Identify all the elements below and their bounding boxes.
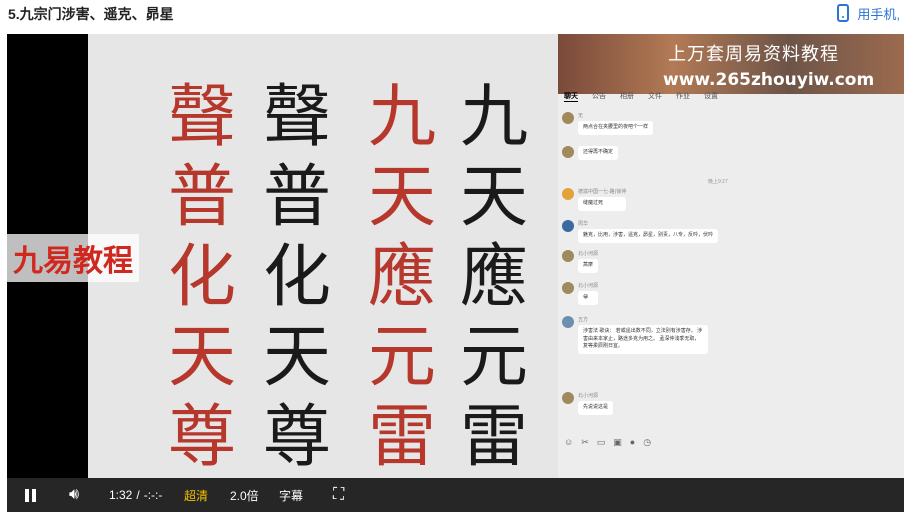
banner-title: 上万套周易资料教程 — [668, 44, 839, 65]
seal-glyph-lei: 雷 — [368, 398, 437, 477]
tab-chat[interactable]: 聊天 — [564, 91, 578, 102]
avatar — [562, 112, 574, 124]
mic-icon[interactable]: ● — [630, 437, 635, 447]
seal-glyph-sheng: 聲 — [168, 78, 237, 157]
chat-panel: 上万套周易资料教程 www.265zhouyiw.com 聊天 公告 相册 文件… — [558, 34, 904, 478]
seal-glyph-zun: 尊 — [168, 398, 237, 477]
pause-button[interactable] — [25, 478, 36, 512]
seal-glyph-jiu: 九 — [368, 78, 437, 157]
glyph-sheng: 聲 — [263, 78, 332, 157]
list-item: 北小河源 先说说这是 — [562, 392, 614, 415]
page-title: 5.九宗门涉害、遥克、昴星 — [8, 6, 174, 22]
tab-homework[interactable]: 作业 — [676, 91, 690, 101]
glyph-lei: 雷 — [460, 398, 529, 477]
watermark: 九易教程 — [7, 234, 139, 282]
avatar — [562, 250, 574, 262]
chat-tabs: 聊天 公告 相册 文件 作业 设置 — [558, 86, 904, 106]
speaker-icon: 🔊︎ — [69, 486, 80, 503]
player-controls: 🔊︎ 1:32 / -:-:- 超清 2.0倍 字幕 ⛶ — [7, 478, 904, 512]
chat-toolbar: ☺ ✂ ▭ ▣ ● ◷ — [558, 434, 904, 450]
list-item: 北小河源 😀 — [562, 282, 599, 305]
message-bubble: 魅克，比用，涉害，遥克，昴星，别责，八专，反吟，伏吟 — [578, 229, 719, 243]
phone-link-label: 用手机, — [857, 6, 900, 22]
time-display: 1:32 / -:-:- — [109, 478, 162, 512]
top-bar: 5.九宗门涉害、遥克、昴星 用手机, — [0, 0, 904, 28]
folder-icon[interactable]: ▭ — [597, 437, 606, 448]
list-item: 周华魅克，比用，涉害，遥克，昴星，别责，八专，反吟，伏吟 — [562, 220, 719, 243]
sender-name: 无 — [578, 113, 584, 119]
list-item: 无两点合在夹腰里的夜吧个一样 — [562, 112, 654, 135]
list-item: 北小河源 蒿摩 — [562, 250, 599, 273]
avatar — [562, 188, 574, 200]
message-bubble: 蒿摩 — [578, 259, 599, 273]
message-list: 无两点合在夹腰里的夜吧个一样 还得再不确定 晚上9:27 德滋中国一七·路(徐仲… — [558, 106, 904, 436]
fullscreen-icon: ⛶ — [333, 486, 345, 503]
seal-glyph-yuan: 元 — [368, 318, 437, 397]
volume-button[interactable]: 🔊︎ — [69, 478, 79, 512]
glyph-tian-2: 天 — [263, 318, 332, 397]
glyph-yuan: 元 — [460, 318, 529, 397]
tab-album[interactable]: 相册 — [620, 91, 634, 101]
time-separator: / — [136, 488, 140, 502]
seal-glyph-ying: 應 — [368, 238, 437, 317]
tab-settings[interactable]: 设置 — [704, 91, 718, 101]
phone-icon — [837, 4, 850, 22]
glyph-zun: 尊 — [263, 398, 332, 477]
seal-glyph-tian: 天 — [368, 158, 437, 237]
tab-files[interactable]: 文件 — [648, 91, 662, 101]
sender-name: 北小河源 — [578, 251, 599, 257]
timestamp: 晚上9:27 — [708, 179, 728, 185]
pause-icon — [25, 488, 36, 502]
message-bubble: 还得再不确定 — [578, 146, 619, 160]
glyph-tian: 天 — [460, 158, 529, 237]
list-item: 德滋中国一七·路(徐仲缝魔过死 — [562, 188, 627, 211]
seal-glyph-pu: 普 — [168, 158, 237, 237]
chat-banner: 上万套周易资料教程 www.265zhouyiw.com — [558, 34, 904, 94]
list-item: 五方涉害法 歌诀： 若或遥出数不同，立法别有涉害存。 涉害由来本家止，路途多克为… — [562, 316, 708, 354]
speed-button[interactable]: 2.0倍 — [230, 478, 259, 512]
glyph-jiu: 九 — [460, 78, 529, 157]
total-time: -:-:- — [143, 488, 163, 502]
history-icon[interactable]: ◷ — [643, 437, 651, 448]
sender-name: 五方 — [578, 317, 589, 323]
avatar — [562, 392, 574, 404]
avatar — [562, 220, 574, 232]
avatar — [562, 146, 574, 158]
emoji-icon[interactable]: ☺ — [564, 437, 573, 447]
image-icon[interactable]: ▣ — [613, 437, 622, 448]
glyph-pu: 普 — [263, 158, 332, 237]
subtitles-button[interactable]: 字幕 — [279, 478, 303, 512]
message-bubble: 缝魔过死 — [578, 197, 627, 211]
sender-name: 北小河源 — [578, 283, 599, 289]
seal-glyph-tian-2: 天 — [168, 318, 237, 397]
video-player[interactable]: 九 天 應 元 雷 九 天 應 元 雷 聲 普 化 天 尊 聲 普 化 天 尊 … — [7, 34, 904, 512]
glyph-ying: 應 — [460, 238, 529, 317]
scissors-icon[interactable]: ✂ — [581, 437, 589, 448]
avatar — [562, 282, 574, 294]
video-slide: 九 天 應 元 雷 九 天 應 元 雷 聲 普 化 天 尊 聲 普 化 天 尊 — [88, 34, 558, 478]
quality-button[interactable]: 超清 — [184, 478, 208, 512]
avatar — [562, 316, 574, 328]
message-bubble: 先说说这是 — [578, 401, 614, 415]
seal-glyph-hua: 化 — [168, 238, 237, 317]
sender-name: 周华 — [578, 221, 589, 227]
message-bubble: 涉害法 歌诀： 若或遥出数不同，立法别有涉害存。 涉害由来本家止，路途多克为用之… — [578, 325, 708, 354]
glyph-hua: 化 — [263, 238, 332, 317]
current-time: 1:32 — [109, 488, 133, 502]
sender-name: 北小河源 — [578, 393, 599, 399]
list-item: 还得再不确定 — [562, 146, 619, 160]
message-bubble: 😀 — [578, 291, 599, 305]
tab-notice[interactable]: 公告 — [592, 91, 606, 101]
sender-name: 德滋中国一七·路(徐仲 — [578, 189, 627, 195]
phone-link[interactable]: 用手机, — [837, 2, 900, 24]
message-bubble: 两点合在夹腰里的夜吧个一样 — [578, 121, 654, 135]
fullscreen-button[interactable]: ⛶ — [333, 478, 344, 512]
